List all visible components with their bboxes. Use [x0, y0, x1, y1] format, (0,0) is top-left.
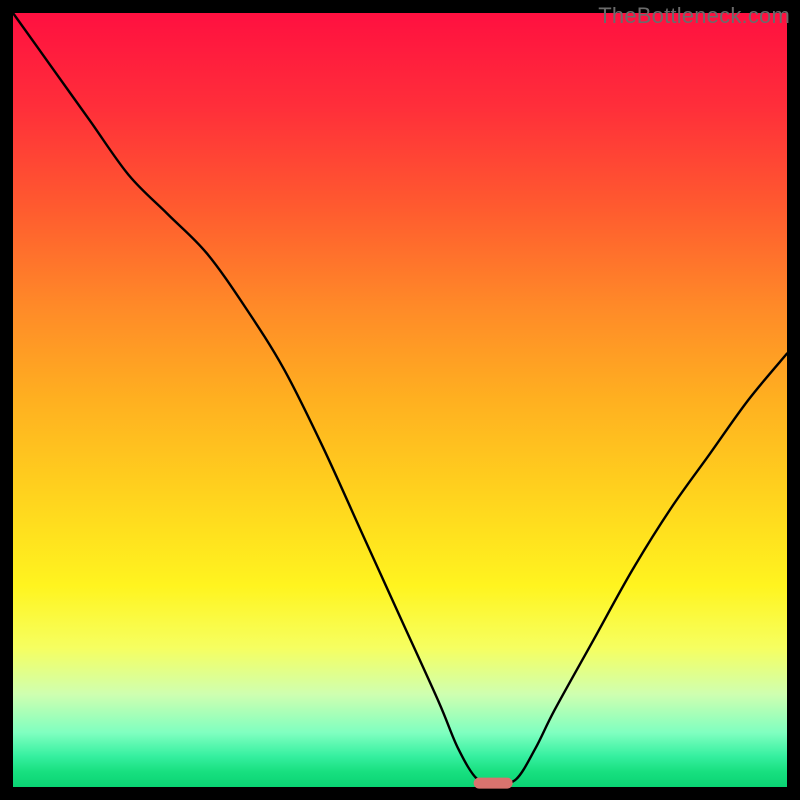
bottleneck-curve: [13, 13, 787, 787]
watermark-text: TheBottleneck.com: [598, 3, 790, 29]
chart-frame: TheBottleneck.com: [0, 0, 800, 800]
optimal-marker: [474, 778, 513, 789]
plot-area: [13, 13, 787, 787]
